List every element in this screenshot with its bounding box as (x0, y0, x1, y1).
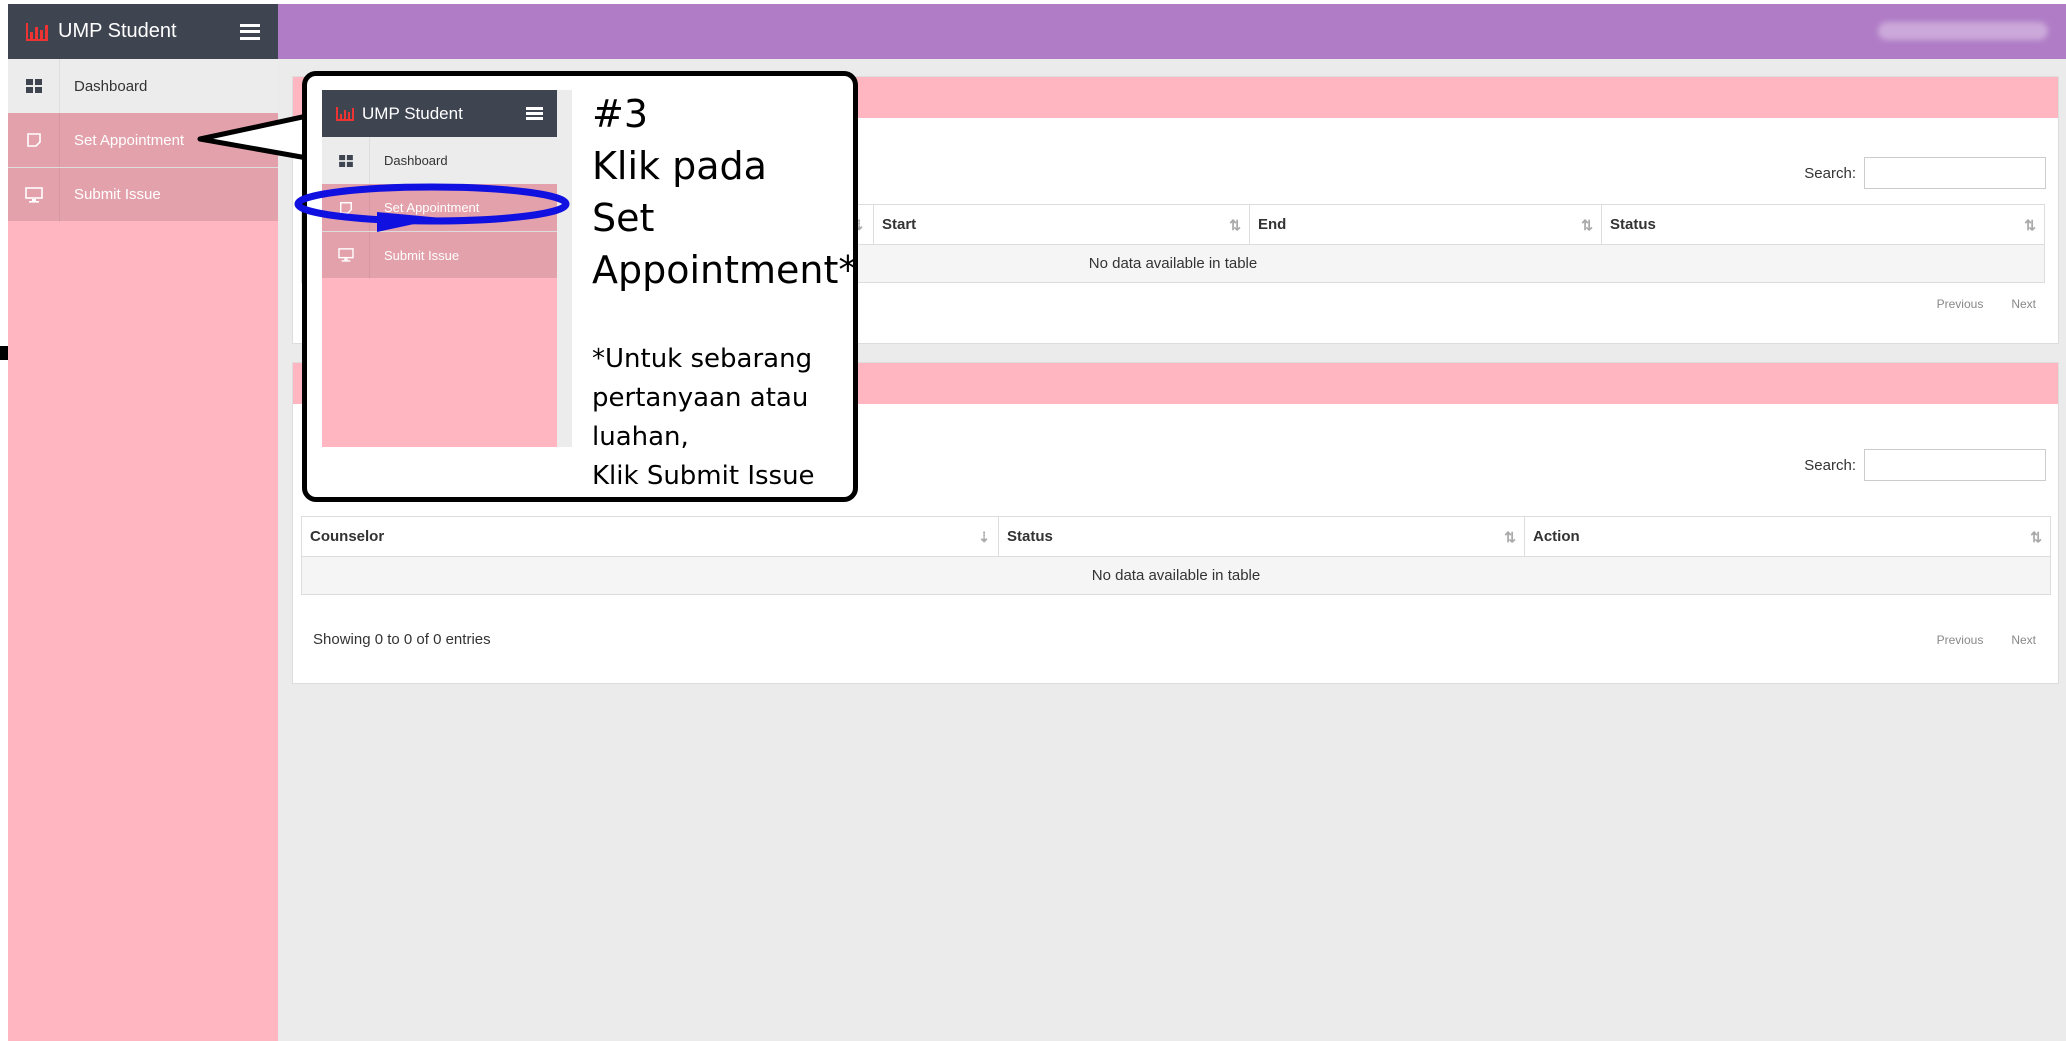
issues-search: Search: (1804, 449, 2046, 481)
search-label: Search: (1804, 164, 1856, 182)
appointments-pagination: Previous Next (1927, 291, 2046, 317)
sort-icon: ⇅ (1581, 217, 1593, 233)
entries-info: Showing 0 to 0 of 0 entries (313, 631, 491, 648)
top-header-bar (278, 4, 2066, 59)
callout-note: Klik Submit Issue (592, 461, 815, 491)
callout-step: #3 (592, 92, 649, 136)
dashboard-icon (322, 137, 370, 184)
preview-item-dashboard: Dashboard (322, 137, 557, 184)
search-label: Search: (1804, 456, 1856, 474)
preview-content-edge (557, 90, 572, 447)
table-row: No data available in table (301, 556, 2051, 595)
column-header-end[interactable]: End ⇅ (1249, 204, 1602, 245)
empty-table-message: No data available in table (301, 556, 2051, 595)
column-header-status[interactable]: Status ⇅ (1601, 204, 2045, 245)
user-info-blurred (1878, 22, 2048, 40)
preview-item-label: Submit Issue (384, 247, 460, 263)
tutorial-callout: UMP Student Dashboard Set Appointment Su… (302, 71, 858, 502)
hamburger-menu-icon (526, 107, 543, 120)
sort-icon: ⇅ (1504, 529, 1516, 545)
callout-line: Set (592, 196, 655, 240)
appointments-search-input[interactable] (1864, 157, 2046, 189)
highlight-ring (294, 183, 570, 232)
column-header-status[interactable]: Status ⇅ (998, 516, 1525, 557)
callout-note: luahan, (592, 422, 689, 452)
sort-icon: ⇅ (2030, 529, 2042, 545)
sort-asc-icon: ⇣ (978, 529, 990, 545)
next-button[interactable]: Next (2001, 627, 2046, 653)
column-header-start[interactable]: Start ⇅ (873, 204, 1250, 245)
previous-button[interactable]: Previous (1927, 291, 1994, 317)
next-button[interactable]: Next (2001, 291, 2046, 317)
preview-item-label: Dashboard (384, 153, 448, 168)
chart-logo-icon (336, 106, 354, 121)
appointments-search: Search: (1804, 157, 2046, 189)
column-header-action[interactable]: Action ⇅ (1524, 516, 2051, 557)
callout-line: Appointment* (592, 248, 858, 292)
callout-note: pertanyaan atau (592, 383, 809, 413)
issues-table: Counselor ⇣ Status ⇅ Action ⇅ No data avail… (301, 516, 2051, 595)
callout-line: Klik pada (592, 144, 767, 188)
edge-marker (0, 346, 8, 360)
sidebar-preview: UMP Student Dashboard Set Appointment Su… (322, 90, 557, 447)
brand-bar: UMP Student (322, 90, 557, 137)
issues-search-input[interactable] (1864, 449, 2046, 481)
sort-icon: ⇅ (1229, 217, 1241, 233)
callout-pointer (197, 113, 310, 161)
previous-button[interactable]: Previous (1927, 627, 1994, 653)
sort-icon: ⇅ (2024, 217, 2036, 233)
brand-title: UMP Student (362, 103, 463, 123)
issues-pagination: Previous Next (1927, 627, 2046, 653)
callout-note: *Untuk sebarang (592, 344, 813, 374)
column-header-counselor[interactable]: Counselor ⇣ (301, 516, 999, 557)
callout-text: #3 Klik pada Set Appointment* *Untuk seb… (592, 88, 862, 496)
